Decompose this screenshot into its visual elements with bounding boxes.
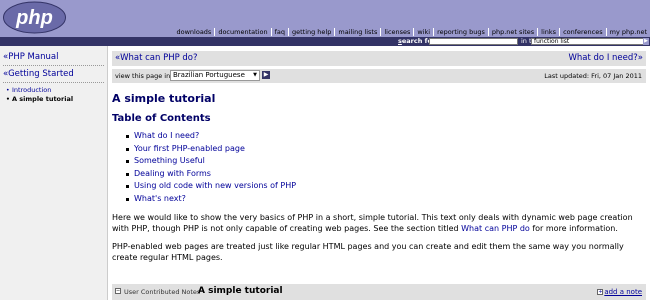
list-item: Using old code with new versions of PHP: [112, 180, 646, 193]
chevron-right-icon: »: [637, 53, 643, 63]
nav-links[interactable]: links: [537, 28, 559, 36]
toc-link[interactable]: Your first PHP-enabled page: [134, 144, 245, 153]
sidebar-manual-label: PHP Manual: [8, 52, 59, 62]
add-icon: +: [597, 289, 604, 295]
add-note-link[interactable]: + add a note: [597, 288, 642, 296]
table-of-contents: What do I need? Your first PHP-enabled p…: [112, 130, 646, 205]
sidebar-item-simple-tutorial[interactable]: • A simple tutorial: [6, 95, 107, 104]
nav-faq[interactable]: faq: [270, 28, 288, 36]
top-navigation: downloads documentation faq getting help…: [174, 27, 650, 37]
nav-documentation[interactable]: documentation: [214, 28, 270, 36]
search-input[interactable]: [429, 38, 518, 45]
toc-link[interactable]: What's next?: [134, 194, 186, 203]
main-content: «What can PHP do? What do I need?» view …: [112, 46, 646, 263]
last-updated: Last updated: Fri, 07 Jan 2011: [544, 72, 642, 80]
toc-link[interactable]: Using old code with new versions of PHP: [134, 181, 296, 190]
prev-page-label: What can PHP do?: [120, 53, 198, 63]
prev-page-link[interactable]: «What can PHP do?: [115, 53, 198, 63]
toc-title: Table of Contents: [112, 113, 211, 124]
next-page-label: What do I need?: [568, 53, 638, 63]
next-page-link[interactable]: What do I need?»: [569, 53, 644, 63]
sidebar-item-label: A simple tutorial: [12, 95, 74, 103]
para1-text-b: for more information.: [529, 223, 618, 233]
nav-reporting-bugs[interactable]: reporting bugs: [433, 28, 488, 36]
notes-label: User Contributed Notes: [124, 288, 201, 296]
nav-wiki[interactable]: wiki: [413, 28, 433, 36]
sidebar-section-link[interactable]: «Getting Started: [3, 69, 107, 79]
search-bar: search for in the function list ▶: [0, 37, 650, 46]
second-paragraph: PHP-enabled web pages are treated just l…: [112, 242, 624, 262]
sidebar-divider: [3, 65, 104, 66]
logo-text: php: [15, 7, 53, 29]
nav-licenses[interactable]: licenses: [380, 28, 413, 36]
sidebar-item-label: Introduction: [12, 86, 52, 94]
toc-link[interactable]: Dealing with Forms: [134, 169, 211, 178]
language-bar: view this page in Brazilian Portuguese ▼ …: [112, 69, 646, 83]
prev-next-bar: «What can PHP do? What do I need?»: [112, 51, 646, 66]
chevron-down-icon: ▼: [253, 72, 257, 78]
list-item: Your first PHP-enabled page: [112, 143, 646, 156]
nav-conferences[interactable]: conferences: [559, 28, 606, 36]
language-value: Brazilian Portuguese: [173, 71, 245, 79]
php-logo[interactable]: php: [2, 1, 67, 34]
nav-php-net-sites[interactable]: php.net sites: [487, 28, 537, 36]
list-item: Dealing with Forms: [112, 168, 646, 181]
sidebar-item-introduction[interactable]: • Introduction: [6, 86, 107, 95]
language-select[interactable]: Brazilian Portuguese ▼: [170, 70, 260, 81]
collapse-icon[interactable]: −: [115, 288, 121, 294]
sidebar-divider: [3, 82, 104, 83]
add-note-label: add a note: [604, 288, 642, 296]
toc-link[interactable]: What do I need?: [134, 131, 199, 140]
notes-title: A simple tutorial: [198, 286, 283, 296]
search-scope-select[interactable]: function list: [531, 38, 645, 45]
language-go-arrow-icon[interactable]: ▶: [262, 71, 270, 79]
search-go-arrow-icon[interactable]: ▶: [643, 38, 649, 45]
nav-my-php-net[interactable]: my php.net: [605, 28, 650, 36]
language-label: view this page in: [115, 72, 171, 80]
sidebar: «PHP Manual «Getting Started • Introducti…: [0, 46, 108, 300]
nav-getting-help[interactable]: getting help: [287, 28, 334, 36]
user-notes-bar: − User Contributed Notes A simple tutori…: [112, 284, 646, 300]
list-item: What's next?: [112, 193, 646, 206]
sidebar-section-label: Getting Started: [8, 69, 74, 79]
nav-downloads[interactable]: downloads: [174, 28, 215, 36]
nav-mailing-lists[interactable]: mailing lists: [334, 28, 380, 36]
page-title: A simple tutorial: [112, 92, 216, 105]
what-can-php-do-link[interactable]: What can PHP do: [461, 224, 530, 233]
list-item: Something Useful: [112, 155, 646, 168]
list-item: What do I need?: [112, 130, 646, 143]
sidebar-manual-link[interactable]: «PHP Manual: [3, 52, 107, 62]
intro-paragraph: Here we would like to show the very basi…: [112, 213, 640, 234]
site-header: php downloads documentation faq getting …: [0, 0, 650, 46]
toc-link[interactable]: Something Useful: [134, 156, 205, 165]
